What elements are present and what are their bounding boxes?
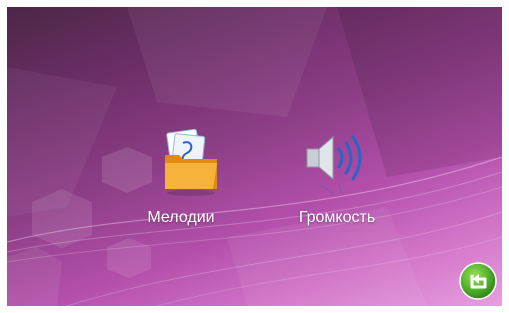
melodies-menu-item[interactable]: Мелодии (121, 127, 241, 237)
background-decoration (7, 7, 502, 306)
return-arrow-icon (459, 262, 497, 300)
back-button[interactable] (459, 262, 497, 300)
volume-menu-item[interactable]: Громкость (277, 127, 397, 237)
music-folder-icon (121, 127, 241, 197)
screen: Мелодии Громкость (7, 7, 502, 306)
volume-label: Громкость (298, 209, 376, 226)
melodies-label: Мелодии (147, 209, 215, 226)
speaker-volume-icon (277, 127, 397, 197)
